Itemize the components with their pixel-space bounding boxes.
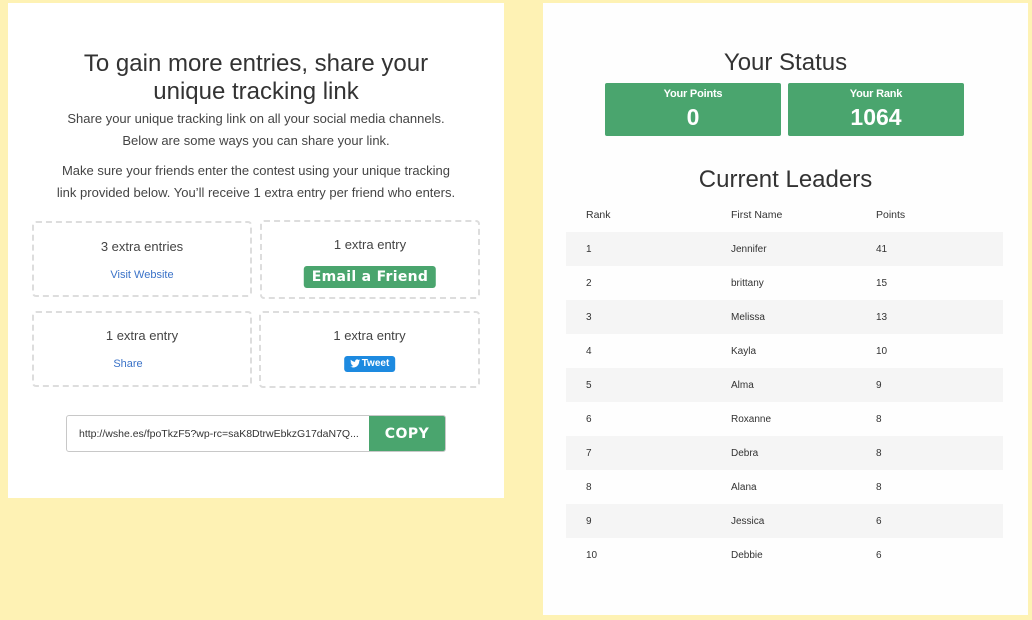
first-name-cell: brittany bbox=[731, 277, 764, 289]
table-row: 10 Debbie 6 bbox=[566, 538, 1003, 572]
status-panel: Your Status Your Points 0 Your Rank 1064… bbox=[543, 3, 1028, 615]
rank-card: Your Rank 1064 bbox=[788, 83, 964, 136]
leaders-table-body: 1 Jennifer 41 2 brittany 15 3 Melissa 13 4 Kayla 10… bbox=[566, 232, 1003, 572]
rank-label: Your Rank bbox=[849, 88, 903, 100]
share-note-line-1: Make sure your friends enter the contest… bbox=[61, 163, 451, 178]
entry-box-share: 1 extra entry Share bbox=[32, 311, 252, 387]
points-cell: 8 bbox=[876, 413, 882, 425]
table-row: 3 Melissa 13 bbox=[566, 300, 1003, 334]
column-header-rank: Rank bbox=[586, 209, 611, 221]
tracking-link-bar: COPY bbox=[66, 415, 446, 452]
visit-website-link[interactable]: Visit Website bbox=[34, 269, 250, 281]
share-title-line-2: unique tracking link bbox=[153, 78, 359, 105]
first-name-cell: Jessica bbox=[731, 515, 765, 527]
share-intro-line-1: Share your unique tracking link on all y… bbox=[67, 111, 445, 126]
points-cell: 41 bbox=[876, 243, 888, 255]
points-label: Your Points bbox=[663, 88, 723, 100]
rank-cell: 6 bbox=[586, 413, 592, 425]
first-name-cell: Melissa bbox=[731, 311, 765, 323]
share-note-line-2: link provided below. You’ll receive 1 ex… bbox=[56, 185, 456, 200]
share-title-line-1: To gain more entries, share your bbox=[83, 50, 429, 77]
status-title: Your Status bbox=[723, 49, 848, 76]
rank-cell: 7 bbox=[586, 447, 592, 459]
points-card: Your Points 0 bbox=[605, 83, 781, 136]
tweet-button[interactable]: Tweet bbox=[343, 356, 396, 372]
copy-button[interactable]: COPY bbox=[369, 416, 445, 451]
table-row: 9 Jessica 6 bbox=[566, 504, 1003, 538]
table-row: 7 Debra 8 bbox=[566, 436, 1003, 470]
rank-cell: 9 bbox=[586, 515, 592, 527]
table-row: 4 Kayla 10 bbox=[566, 334, 1003, 368]
points-cell: 8 bbox=[876, 481, 882, 493]
table-row: 6 Roxanne 8 bbox=[566, 402, 1003, 436]
points-cell: 13 bbox=[876, 311, 888, 323]
table-header-row: Rank First Name Points bbox=[566, 198, 1003, 232]
points-cell: 9 bbox=[876, 379, 882, 391]
tracking-link-input[interactable] bbox=[67, 416, 369, 451]
rank-cell: 5 bbox=[586, 379, 592, 391]
rank-cell: 3 bbox=[586, 311, 592, 323]
points-cell: 15 bbox=[876, 277, 888, 289]
entry-box-email-friend: 1 extra entry Email a Friend bbox=[260, 220, 480, 299]
points-cell: 6 bbox=[876, 515, 882, 527]
first-name-cell: Jennifer bbox=[731, 243, 767, 255]
rank-cell: 1 bbox=[586, 243, 592, 255]
email-a-friend-button[interactable]: Email a Friend bbox=[303, 266, 437, 288]
rank-cell: 2 bbox=[586, 277, 592, 289]
points-value: 0 bbox=[686, 104, 700, 130]
entry-label: 3 extra entries bbox=[100, 239, 184, 254]
entry-box-visit-website: 3 extra entries Visit Website bbox=[32, 221, 252, 297]
column-header-points: Points bbox=[876, 209, 906, 221]
first-name-cell: Roxanne bbox=[731, 413, 772, 425]
rank-cell: 10 bbox=[586, 549, 598, 561]
table-row: 8 Alana 8 bbox=[566, 470, 1003, 504]
share-link[interactable]: Share bbox=[20, 358, 236, 370]
twitter-bird-icon bbox=[349, 359, 360, 368]
first-name-cell: Debbie bbox=[731, 549, 763, 561]
points-cell: 6 bbox=[876, 549, 882, 561]
share-panel: To gain more entries, share your unique … bbox=[8, 3, 504, 498]
entry-label: 1 extra entry bbox=[333, 328, 406, 343]
share-intro-line-2: Below are some ways you can share your l… bbox=[122, 133, 390, 148]
first-name-cell: Alma bbox=[731, 379, 754, 391]
points-cell: 8 bbox=[876, 447, 882, 459]
entry-box-tweet: 1 extra entry Tweet bbox=[259, 311, 480, 388]
table-row: 2 brittany 15 bbox=[566, 266, 1003, 300]
rank-cell: 8 bbox=[586, 481, 592, 493]
table-row: 1 Jennifer 41 bbox=[566, 232, 1003, 266]
entry-label: 1 extra entry bbox=[105, 328, 179, 343]
table-row: 5 Alma 9 bbox=[566, 368, 1003, 402]
first-name-cell: Debra bbox=[731, 447, 759, 459]
rank-value: 1064 bbox=[850, 104, 902, 130]
leaders-title: Current Leaders bbox=[698, 166, 873, 193]
column-header-first-name: First Name bbox=[731, 209, 783, 221]
tweet-label: Tweet bbox=[361, 358, 390, 369]
first-name-cell: Alana bbox=[731, 481, 757, 493]
leaders-table: Rank First Name Points 1 Jennifer 41 2 britt… bbox=[566, 198, 1003, 572]
points-cell: 10 bbox=[876, 345, 888, 357]
first-name-cell: Kayla bbox=[731, 345, 757, 357]
entry-label: 1 extra entry bbox=[333, 237, 407, 252]
rank-cell: 4 bbox=[586, 345, 592, 357]
